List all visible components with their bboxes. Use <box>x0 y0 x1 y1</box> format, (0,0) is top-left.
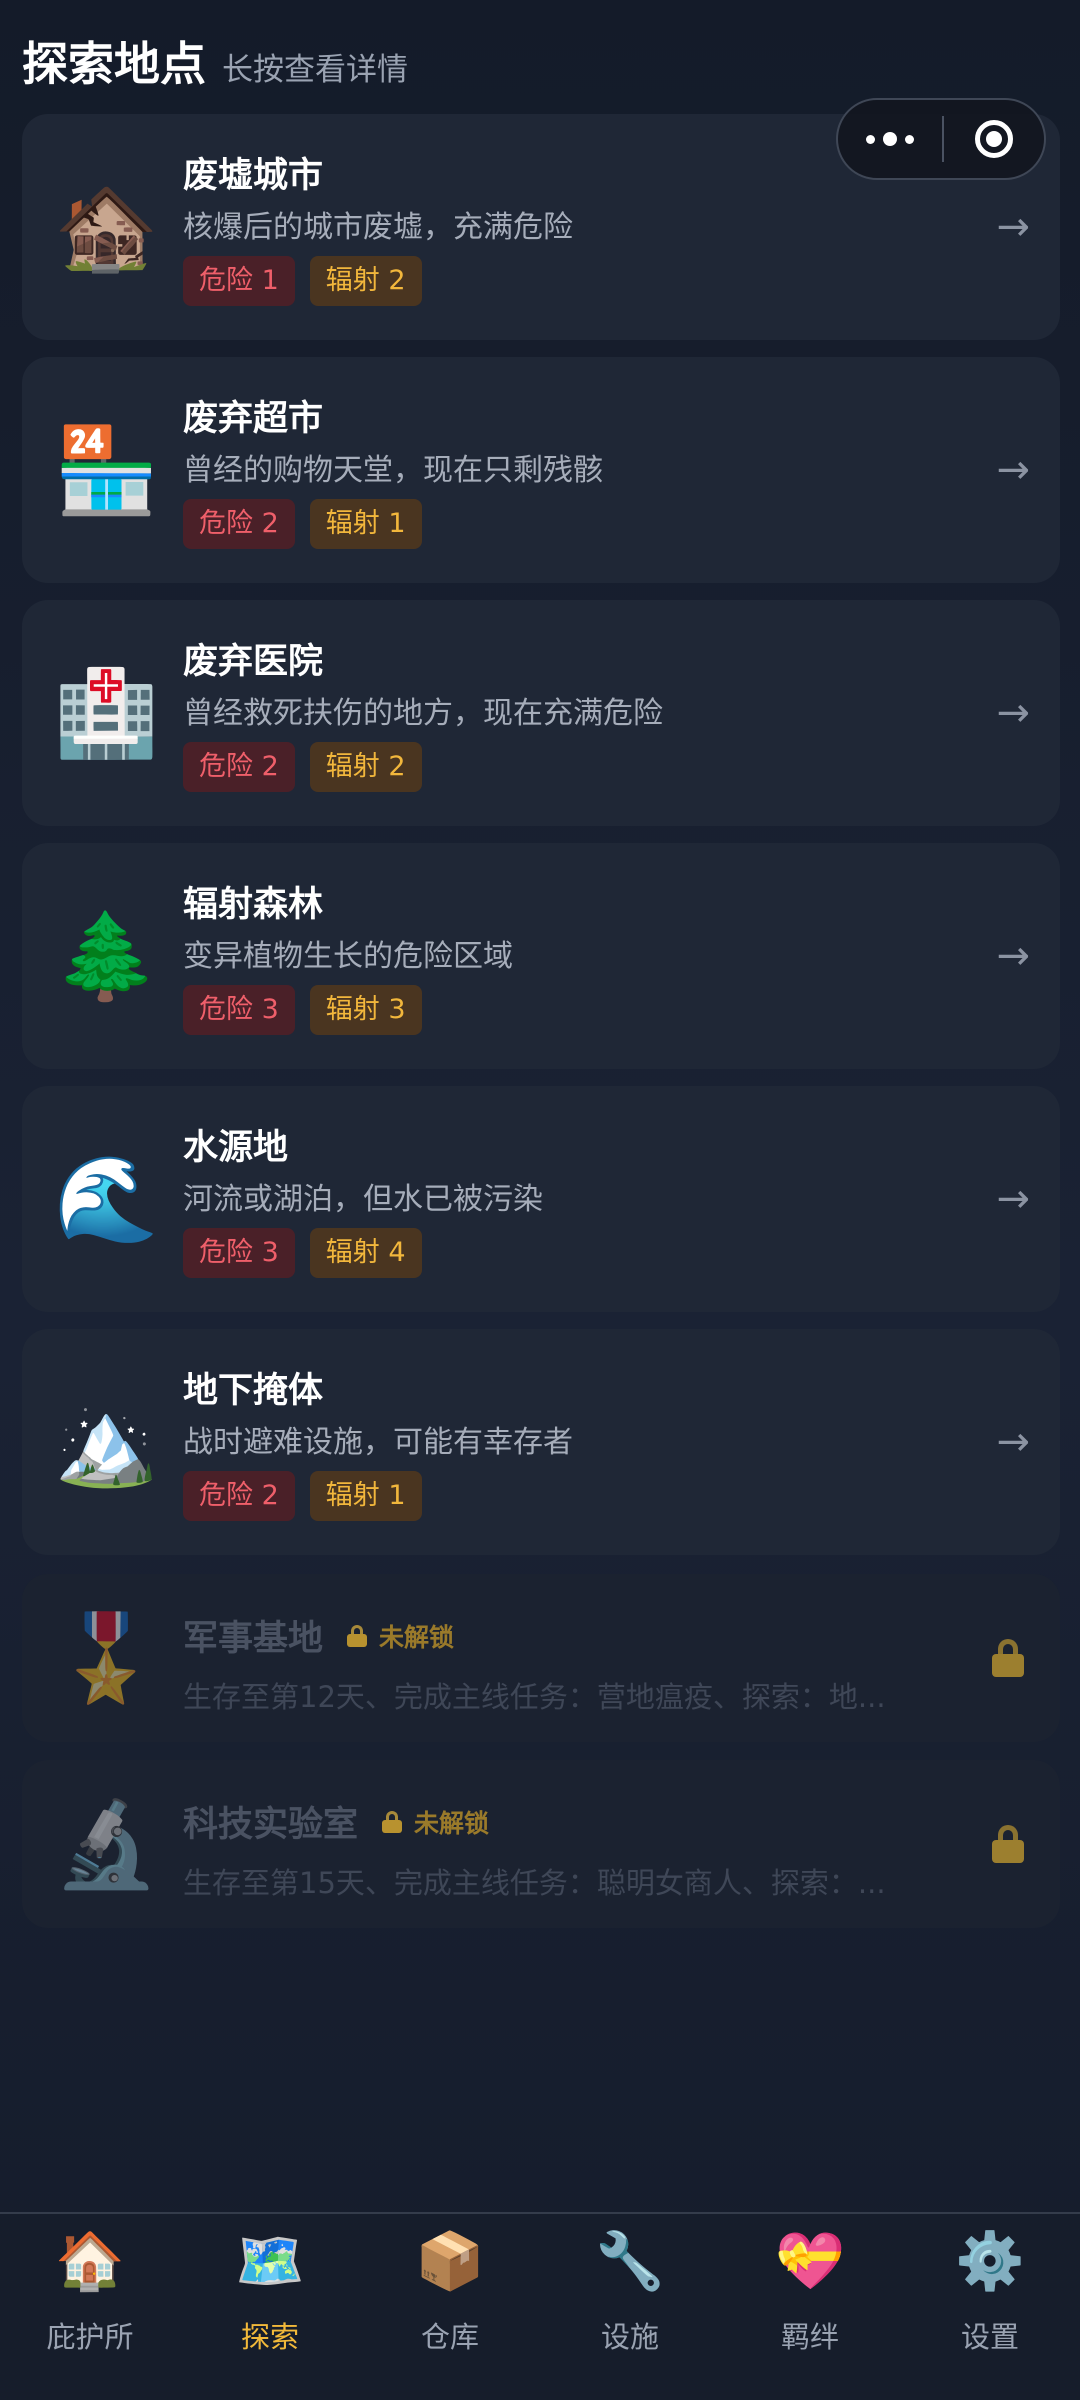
location-title: 辐射森林 <box>183 885 324 925</box>
nav-label: 探索 <box>240 2320 299 2354</box>
radiation-badge: 辐射 1 <box>309 499 422 549</box>
location-card[interactable]: 🏪 废弃超市 曾经的购物天堂，现在只剩残骸 危险 2 辐射 1 → <box>22 357 1060 583</box>
water-wave-icon: 🌊 <box>54 1150 159 1248</box>
nav-label: 设施 <box>600 2320 659 2354</box>
location-tags: 危险 2 辐射 2 <box>183 742 437 792</box>
arrow-right-icon: → <box>996 204 1030 250</box>
lock-icon <box>382 1810 403 1833</box>
package-icon: 📦 <box>415 2229 485 2294</box>
location-tags: 危险 3 辐射 3 <box>183 985 437 1035</box>
arrow-right-icon: → <box>996 447 1030 493</box>
danger-badge: 危险 2 <box>183 499 295 549</box>
heart-gift-icon: 💝 <box>775 2229 845 2294</box>
unlock-requirement: 生存至第15天、完成主线任务：聪明女商人、探索：... <box>183 1866 886 1900</box>
page-header: 探索地点 长按查看详情 <box>22 28 408 94</box>
hospital-icon: 🏥 <box>54 664 159 762</box>
location-description: 核爆后的城市废墟，充满危险 <box>183 210 573 245</box>
nav-label: 庇护所 <box>46 2320 134 2354</box>
location-title: 废弃医院 <box>183 642 324 682</box>
danger-badge: 危险 2 <box>183 742 295 792</box>
military-medal-icon: 🎖️ <box>54 1609 159 1707</box>
arrow-right-icon: → <box>996 690 1030 736</box>
location-card[interactable]: 🏥 废弃医院 曾经救死扶伤的地方，现在充满危险 危险 2 辐射 2 → <box>22 600 1060 826</box>
lock-icon <box>347 1624 368 1647</box>
locked-location-card[interactable]: 🎖️ 军事基地 未解锁 生存至第12天、完成主线任务：营地瘟疫、探索：地... <box>22 1574 1060 1742</box>
location-description: 战时避难设施，可能有幸存者 <box>183 1425 573 1460</box>
locked-badge: 未解锁 <box>347 1618 454 1654</box>
mini-program-capsule <box>836 98 1046 180</box>
danger-badge: 危险 1 <box>183 256 295 306</box>
danger-badge: 危险 3 <box>183 1228 295 1278</box>
danger-badge: 危险 2 <box>183 1471 295 1521</box>
location-title: 科技实验室 <box>183 1805 359 1845</box>
arrow-right-icon: → <box>996 933 1030 979</box>
location-card[interactable]: 🌲 辐射森林 变异植物生长的危险区域 危险 3 辐射 3 → <box>22 843 1060 1069</box>
location-description: 曾经救死扶伤的地方，现在充满危险 <box>183 696 663 731</box>
map-icon: 🗺️ <box>235 2229 305 2294</box>
locked-badge: 未解锁 <box>382 1804 489 1840</box>
location-title: 地下掩体 <box>183 1371 324 1411</box>
page-title: 探索地点 <box>22 37 206 91</box>
location-title: 水源地 <box>183 1128 289 1168</box>
radiation-badge: 辐射 4 <box>309 1228 422 1278</box>
location-title: 军事基地 <box>183 1619 324 1659</box>
arrow-right-icon: → <box>996 1419 1030 1465</box>
target-close-icon[interactable] <box>944 100 1044 178</box>
lock-icon <box>992 1639 1024 1677</box>
abandoned-house-icon: 🏚️ <box>54 178 159 276</box>
nav-label: 羁绊 <box>780 2320 839 2354</box>
location-card[interactable]: 🌊 水源地 河流或湖泊，但水已被污染 危险 3 辐射 4 → <box>22 1086 1060 1312</box>
location-description: 变异植物生长的危险区域 <box>183 939 513 974</box>
location-tags: 危险 3 辐射 4 <box>183 1228 437 1278</box>
danger-badge: 危险 3 <box>183 985 295 1035</box>
radiation-badge: 辐射 2 <box>309 256 422 306</box>
locked-badge-label: 未解锁 <box>379 1622 455 1652</box>
evergreen-tree-icon: 🌲 <box>54 907 159 1005</box>
microscope-icon: 🔬 <box>54 1795 159 1893</box>
locked-title-row: 科技实验室 未解锁 <box>183 1796 489 1847</box>
locked-badge-label: 未解锁 <box>414 1808 490 1838</box>
locked-title-row: 军事基地 未解锁 <box>183 1610 454 1661</box>
wrench-icon: 🔧 <box>595 2229 665 2294</box>
nav-item-settings[interactable]: ⚙️ 设置 <box>900 2214 1080 2400</box>
page-subtitle: 长按查看详情 <box>222 52 408 88</box>
location-tags: 危险 1 辐射 2 <box>183 256 437 306</box>
unlock-requirement: 生存至第12天、完成主线任务：营地瘟疫、探索：地... <box>183 1680 886 1714</box>
nav-label: 仓库 <box>420 2320 479 2354</box>
radiation-badge: 辐射 1 <box>309 1471 422 1521</box>
radiation-badge: 辐射 3 <box>309 985 422 1035</box>
location-description: 河流或湖泊，但水已被污染 <box>183 1182 543 1217</box>
app-root: 探索地点 长按查看详情 🏚️ 废墟城市 核爆后的城市废墟，充满危险 危险 1 辐… <box>0 0 1080 2400</box>
nav-item-bonds[interactable]: 💝 羁绊 <box>720 2214 900 2400</box>
bottom-nav: 🏠 庇护所 🗺️ 探索 📦 仓库 🔧 设施 💝 羁绊 ⚙️ 设置 <box>0 2212 1080 2400</box>
nav-label: 设置 <box>960 2320 1019 2354</box>
location-tags: 危险 2 辐射 1 <box>183 499 437 549</box>
house-icon: 🏠 <box>55 2229 125 2294</box>
nav-item-shelter[interactable]: 🏠 庇护所 <box>0 2214 180 2400</box>
convenience-store-icon: 🏪 <box>54 421 159 519</box>
location-card[interactable]: 🏔️ 地下掩体 战时避难设施，可能有幸存者 危险 2 辐射 1 → <box>22 1329 1060 1555</box>
radiation-badge: 辐射 2 <box>309 742 422 792</box>
snow-mountain-icon: 🏔️ <box>54 1393 159 1491</box>
nav-item-explore[interactable]: 🗺️ 探索 <box>180 2214 360 2400</box>
location-title: 废弃超市 <box>183 399 324 439</box>
lock-icon <box>992 1825 1024 1863</box>
locked-location-card[interactable]: 🔬 科技实验室 未解锁 生存至第15天、完成主线任务：聪明女商人、探索：... <box>22 1760 1060 1928</box>
nav-item-facilities[interactable]: 🔧 设施 <box>540 2214 720 2400</box>
location-title: 废墟城市 <box>183 156 324 196</box>
location-tags: 危险 2 辐射 1 <box>183 1471 437 1521</box>
more-dots-icon[interactable] <box>838 100 942 178</box>
location-description: 曾经的购物天堂，现在只剩残骸 <box>183 453 603 488</box>
arrow-right-icon: → <box>996 1176 1030 1222</box>
nav-item-warehouse[interactable]: 📦 仓库 <box>360 2214 540 2400</box>
gear-icon: ⚙️ <box>955 2229 1025 2294</box>
